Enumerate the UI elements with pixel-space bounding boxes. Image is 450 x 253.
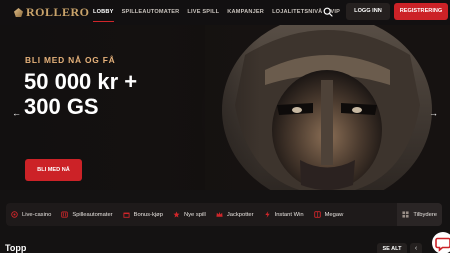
hero-eyebrow: BLI MED NÅ OG FÅ: [25, 55, 116, 65]
category-label: Megaw: [324, 211, 344, 218]
hero-banner[interactable]: BLI MED NÅ OG FÅ 50 000 kr + 300 GS BLI …: [0, 25, 450, 190]
instant-win-icon: [264, 211, 270, 218]
nav-loyalty[interactable]: LOJALITETSNIVÅ: [268, 0, 326, 25]
category-label: Bonus-kjøp: [133, 211, 163, 218]
category-bar: Live-casino Spilleautomater Bonus-kjøp N…: [6, 203, 442, 226]
category-megaways[interactable]: Megaw: [309, 203, 349, 226]
login-button[interactable]: LOGG INN: [346, 3, 390, 20]
chat-bubble-icon: [435, 237, 450, 252]
category-jackpots[interactable]: Jackpotter: [211, 203, 259, 226]
see-all-button[interactable]: SE ALT: [377, 243, 407, 253]
category-providers[interactable]: Tilbydere: [397, 203, 442, 226]
providers-icon: [402, 211, 409, 218]
rollero-logo[interactable]: ROLLERO: [14, 5, 90, 20]
hero-title-line1: 50 000 kr +: [24, 69, 138, 94]
category-slots[interactable]: Spilleautomater: [56, 203, 117, 226]
nav-live-games[interactable]: LIVE SPILL: [183, 0, 223, 25]
logo-text: ROLLERO: [26, 5, 90, 19]
slot-machine-icon: [61, 211, 69, 218]
chat-button[interactable]: [432, 232, 450, 253]
hero-title: 50 000 kr + 300 GS: [24, 69, 137, 119]
category-new-games[interactable]: Nye spill: [168, 203, 211, 226]
category-label: Jackpotter: [226, 211, 254, 218]
category-label: Instant Win: [274, 211, 304, 218]
search-icon[interactable]: [323, 7, 333, 17]
join-now-button[interactable]: BLI MED NÅ: [25, 159, 82, 181]
nav-campaigns[interactable]: KAMPANJER: [223, 0, 268, 25]
nav-slots[interactable]: SPILLEAUTOMATER: [118, 0, 184, 25]
category-label: Spilleautomater: [72, 211, 113, 218]
nav-lobby[interactable]: LOBBY: [89, 0, 118, 25]
prev-slide-arrow-icon[interactable]: ←: [12, 108, 21, 118]
main-nav: LOBBY SPILLEAUTOMATER LIVE SPILL KAMPANJ…: [89, 0, 344, 25]
category-label: Live-casino: [22, 211, 52, 218]
category-label: Nye spill: [183, 211, 206, 218]
jackpot-icon: [216, 211, 223, 217]
new-games-icon: [173, 211, 180, 218]
category-live-casino[interactable]: Live-casino: [6, 203, 56, 226]
category-label: Tilbydere: [413, 211, 437, 218]
live-casino-icon: [11, 211, 18, 218]
bonus-buy-icon: [123, 212, 130, 218]
register-button[interactable]: REGISTRERING: [394, 3, 448, 20]
next-slide-arrow-icon[interactable]: →: [429, 108, 438, 118]
top-header: ROLLERO LOBBY SPILLEAUTOMATER LIVE SPILL…: [0, 0, 450, 25]
category-instant-win[interactable]: Instant Win: [259, 203, 309, 226]
section-title-top: Topp: [5, 243, 27, 253]
category-section: Live-casino Spilleautomater Bonus-kjøp N…: [0, 190, 450, 235]
section-prev-button[interactable]: ‹: [410, 243, 422, 253]
category-bonus-buy[interactable]: Bonus-kjøp: [118, 203, 168, 226]
logo-mark-icon: [14, 8, 23, 17]
megaways-icon: [313, 211, 321, 218]
hero-title-line2: 300 GS: [24, 94, 99, 119]
